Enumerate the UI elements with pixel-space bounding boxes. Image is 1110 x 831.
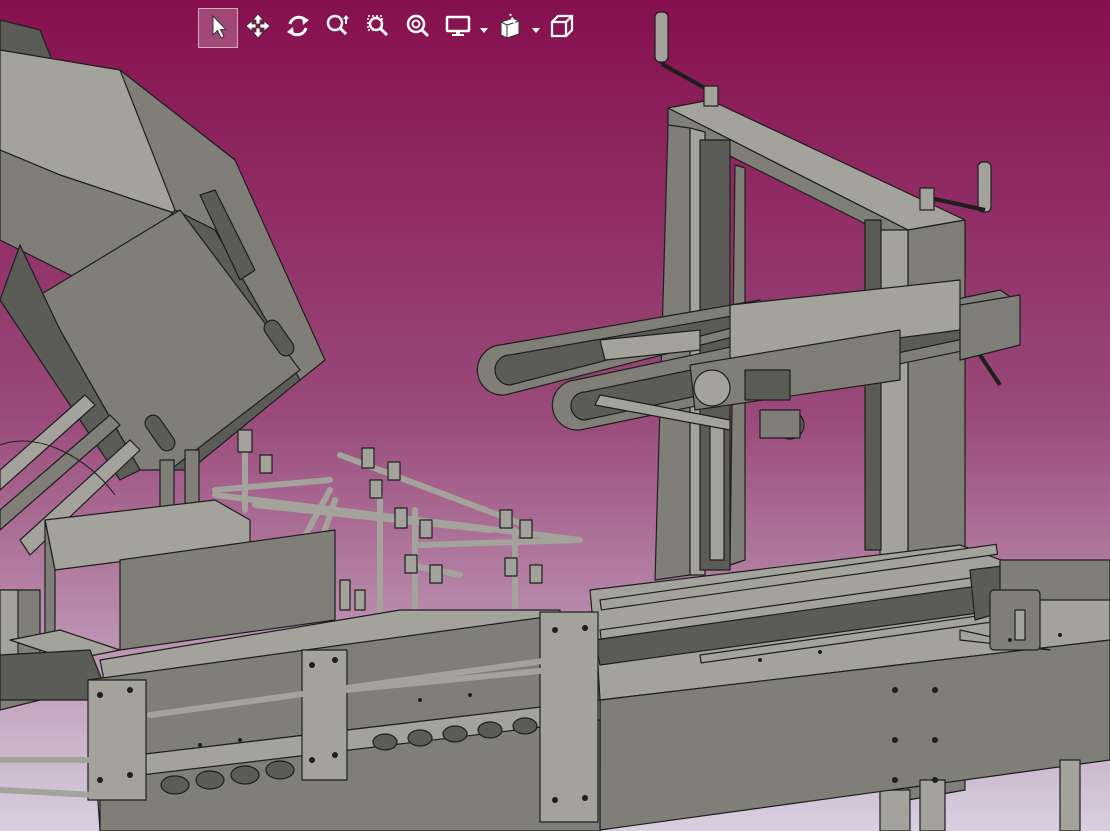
zoom-dynamic-button[interactable] xyxy=(318,8,358,48)
rotate-button[interactable] xyxy=(278,8,318,48)
pan-button[interactable] xyxy=(238,8,278,48)
move-arrows-icon xyxy=(244,12,272,44)
select-button[interactable] xyxy=(198,8,238,48)
zoom-window-icon xyxy=(364,12,392,44)
zoom-dynamic-icon xyxy=(324,12,352,44)
view-cube-button[interactable] xyxy=(542,8,582,48)
cursor-arrow-icon xyxy=(204,12,232,44)
3d-viewport[interactable] xyxy=(0,0,1110,831)
chevron-down-icon xyxy=(480,19,488,38)
zoom-fit-icon xyxy=(404,12,432,44)
display-button[interactable] xyxy=(438,8,478,48)
chevron-down-icon xyxy=(532,19,540,38)
section-dropdown-toggle[interactable] xyxy=(530,8,542,48)
zoom-fit-button[interactable] xyxy=(398,8,438,48)
view-toolbar xyxy=(198,8,582,48)
view-cube-icon xyxy=(548,12,576,44)
zoom-window-button[interactable] xyxy=(358,8,398,48)
section-view-icon xyxy=(496,12,524,44)
section-button[interactable] xyxy=(490,8,530,48)
display-dropdown-toggle[interactable] xyxy=(478,8,490,48)
rotate-icon xyxy=(284,12,312,44)
cad-model-scene[interactable] xyxy=(0,0,1110,831)
monitor-icon xyxy=(444,12,472,44)
